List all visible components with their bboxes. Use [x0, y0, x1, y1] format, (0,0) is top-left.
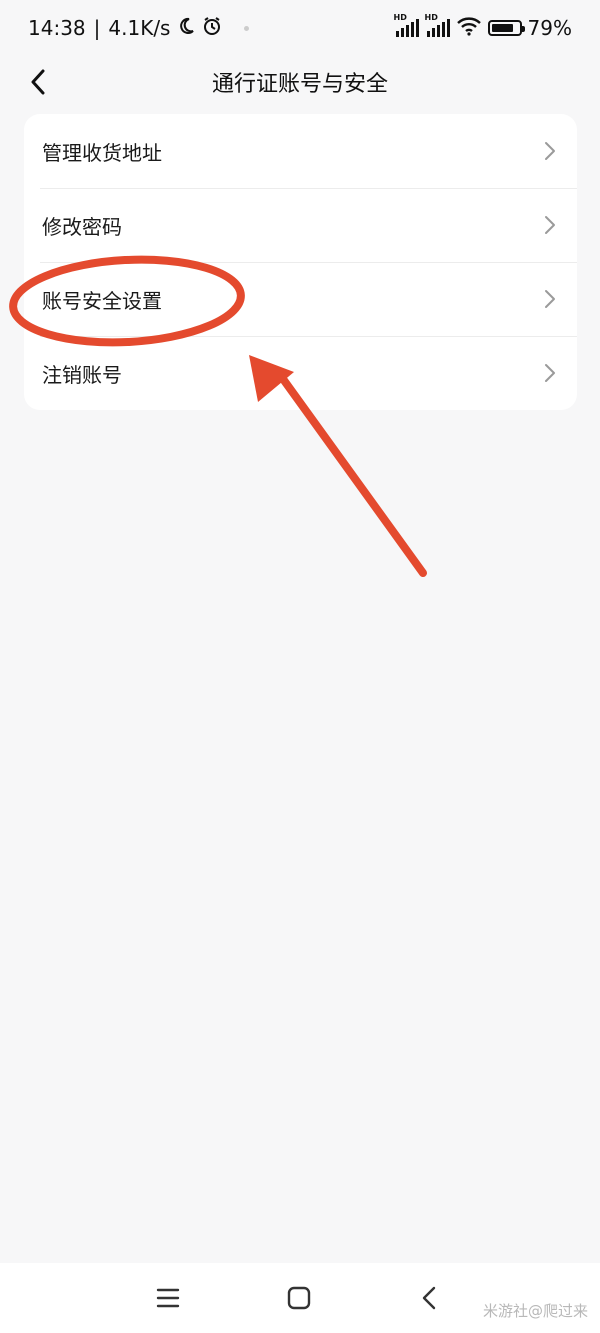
wifi-icon [456, 16, 482, 41]
chevron-left-icon [31, 69, 45, 95]
change-password-row[interactable]: 修改密码 [24, 188, 577, 262]
system-back-button[interactable] [416, 1285, 442, 1311]
moon-icon [176, 16, 196, 41]
row-label: 管理收货地址 [42, 140, 162, 165]
cell-signal-1-icon: HD [394, 13, 419, 37]
menu-button[interactable] [155, 1285, 181, 1311]
row-label: 注销账号 [42, 362, 122, 387]
notification-dot-icon [244, 25, 250, 31]
row-label: 修改密码 [42, 214, 122, 239]
battery-percent: 79% [527, 16, 572, 40]
home-button[interactable] [286, 1285, 312, 1311]
back-arrow-icon [422, 1286, 436, 1310]
network-speed: 4.1K/s [108, 16, 171, 40]
status-right: HD HD 79% [394, 13, 572, 41]
alarm-icon [202, 16, 222, 41]
status-left: 14:38 | 4.1K/s [28, 16, 250, 41]
row-label: 账号安全设置 [42, 288, 162, 313]
manage-address-row[interactable]: 管理收货地址 [24, 114, 577, 188]
deactivate-account-row[interactable]: 注销账号 [24, 336, 577, 410]
header: 通行证账号与安全 [0, 56, 600, 108]
cell-signal-2-icon: HD [425, 13, 450, 37]
battery-icon [487, 20, 525, 36]
status-time: 14:38 [28, 16, 86, 40]
chevron-right-icon [545, 216, 555, 234]
watermark: 米游社@爬过来 [482, 1302, 588, 1320]
home-square-icon [287, 1286, 311, 1310]
settings-card: 管理收货地址 修改密码 账号安全设置 注销账号 [24, 114, 577, 410]
back-button[interactable] [22, 66, 54, 98]
system-nav-bar: 米游社@爬过来 [0, 1263, 600, 1333]
chevron-right-icon [545, 364, 555, 382]
chevron-right-icon [545, 142, 555, 160]
menu-icon [156, 1288, 180, 1308]
chevron-right-icon [545, 290, 555, 308]
status-separator: | [93, 16, 101, 40]
status-bar: 14:38 | 4.1K/s HD HD 79% [0, 0, 600, 56]
page-title: 通行证账号与安全 [211, 72, 388, 97]
account-security-settings-row[interactable]: 账号安全设置 [24, 262, 577, 336]
